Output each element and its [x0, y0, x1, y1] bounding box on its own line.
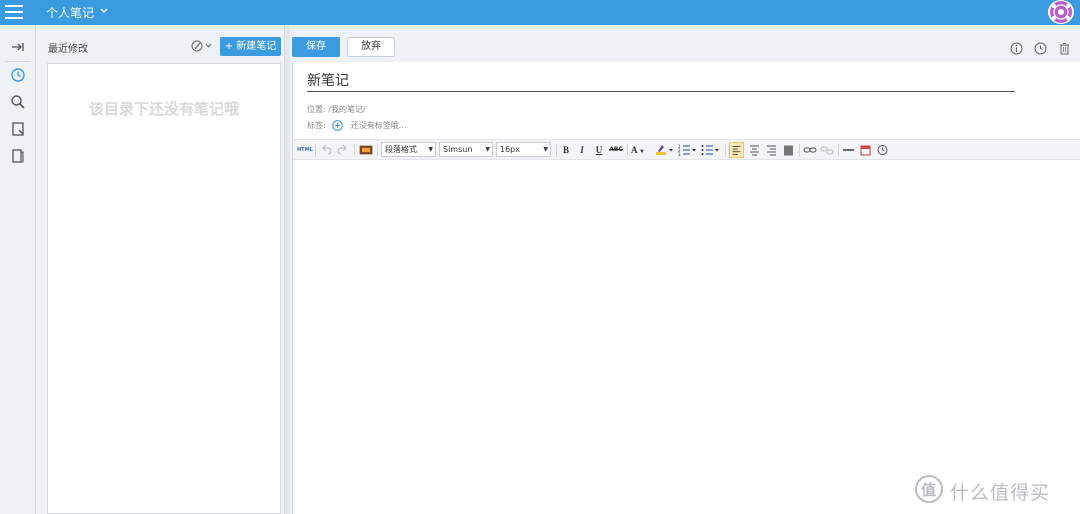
svg-text:3: 3 [678, 152, 681, 157]
add-tag-icon[interactable] [332, 120, 344, 131]
empty-list-message: 该目录下还没有笔记哦 [88, 100, 239, 118]
underline-button[interactable]: U [593, 143, 605, 157]
location-row: 位置: /我的笔记/ [307, 104, 366, 115]
toolbar-separator [799, 144, 800, 156]
trash-icon[interactable] [1058, 42, 1071, 55]
bold-button[interactable]: B [560, 143, 572, 157]
toolbar-separator [627, 144, 628, 156]
paragraph-format-select[interactable]: 段落格式 ▼ [381, 142, 436, 157]
html-source-button[interactable]: HTML [297, 143, 313, 157]
align-left-icon[interactable] [729, 142, 744, 158]
toolbar-separator [354, 144, 355, 156]
toolbar-separator [377, 144, 378, 156]
recent-clock-icon[interactable] [10, 67, 26, 83]
horizontal-rule-icon[interactable] [842, 143, 855, 157]
font-size-select[interactable]: 16px ▼ [496, 142, 551, 157]
insert-link-icon[interactable] [803, 143, 817, 157]
insert-date-icon[interactable] [859, 143, 872, 157]
font-family-select[interactable]: Simsun ▼ [439, 142, 493, 157]
watermark-text: 什么值得买 [950, 482, 1051, 504]
toolbar-separator [556, 144, 557, 156]
svg-text:值: 值 [921, 481, 936, 499]
redo-icon[interactable] [337, 143, 349, 157]
tags-placeholder[interactable]: 还没有标签哦... [351, 121, 407, 130]
left-icon-bar [0, 25, 36, 514]
iconbar-divider [5, 61, 31, 62]
highlight-color-icon[interactable] [654, 143, 674, 157]
align-right-icon[interactable] [765, 143, 778, 157]
note-title-input[interactable]: 新笔记 [307, 70, 1015, 92]
chevron-down-icon[interactable] [98, 2, 110, 18]
hamburger-menu-icon[interactable] [5, 4, 23, 20]
note-content-area[interactable] [293, 161, 1080, 514]
save-button[interactable]: 保存 [292, 37, 340, 57]
app-title[interactable]: 个人笔记 [46, 4, 94, 21]
toolbar-separator [315, 144, 316, 156]
user-avatar[interactable] [1048, 0, 1074, 24]
watermark-logo-icon: 值 [915, 475, 943, 503]
paragraph-format-value: 段落格式 [385, 145, 417, 154]
dropdown-arrow-icon: ▼ [485, 146, 490, 153]
note-list: 该目录下还没有笔记哦 [47, 63, 281, 514]
toolbar-separator [838, 144, 839, 156]
note-list-panel: 最近修改 + 新建笔记 该目录下还没有笔记哦 [36, 25, 284, 514]
insert-time-icon[interactable] [876, 143, 889, 157]
unlink-icon[interactable] [820, 143, 834, 157]
search-icon[interactable] [10, 94, 26, 110]
numbered-list-icon[interactable]: 1 2 3 [677, 143, 697, 157]
rich-text-toolbar: HTML 段落格式 ▼ Simsun ▼ 16px ▼ B I U ABC A … [293, 139, 1080, 160]
tags-label: 标签: [307, 121, 326, 130]
top-header-bar: 个人笔记 [0, 0, 1080, 25]
discard-button[interactable]: 放弃 [347, 37, 395, 57]
list-title: 最近修改 [48, 44, 88, 55]
font-size-value: 16px [500, 145, 520, 154]
history-clock-icon[interactable] [1034, 42, 1047, 55]
italic-button[interactable]: I [576, 143, 588, 157]
location-label: 位置: [307, 105, 326, 114]
dropdown-arrow-icon: ▼ [428, 146, 433, 153]
tag-bookmark-icon[interactable] [10, 148, 26, 164]
font-family-value: Simsun [443, 145, 473, 154]
dropdown-arrow-icon: ▼ [637, 149, 645, 155]
collapse-icon[interactable] [10, 39, 26, 55]
bullet-list-icon[interactable] [700, 143, 720, 157]
edit-pen-icon[interactable] [191, 39, 213, 53]
new-note-button[interactable]: + 新建笔记 [220, 37, 281, 56]
toolbar-separator [725, 144, 726, 156]
tags-row: 标签: 还没有标签哦... [307, 120, 406, 131]
insert-image-icon[interactable] [359, 143, 373, 157]
align-center-icon[interactable] [748, 143, 761, 157]
site-watermark: 值 什么值得买 [912, 474, 1072, 508]
editor-body: 新笔记 位置: /我的笔记/ 标签: 还没有标签哦... HTML 段落格式 ▼… [292, 62, 1080, 514]
notebook-icon[interactable] [10, 121, 26, 137]
undo-icon[interactable] [320, 143, 332, 157]
panel-splitter[interactable] [284, 25, 290, 514]
dropdown-arrow-icon: ▼ [543, 146, 548, 153]
note-editor: 保存 放弃 新笔记 位置: /我的笔记/ 标签: 还没有标签哦... HTML … [291, 25, 1080, 514]
justify-icon[interactable] [782, 143, 795, 157]
strikethrough-button[interactable]: ABC [609, 143, 623, 157]
info-icon[interactable] [1010, 42, 1023, 55]
location-value[interactable]: /我的笔记/ [328, 105, 365, 114]
font-color-button[interactable]: A ▼ [631, 143, 649, 157]
